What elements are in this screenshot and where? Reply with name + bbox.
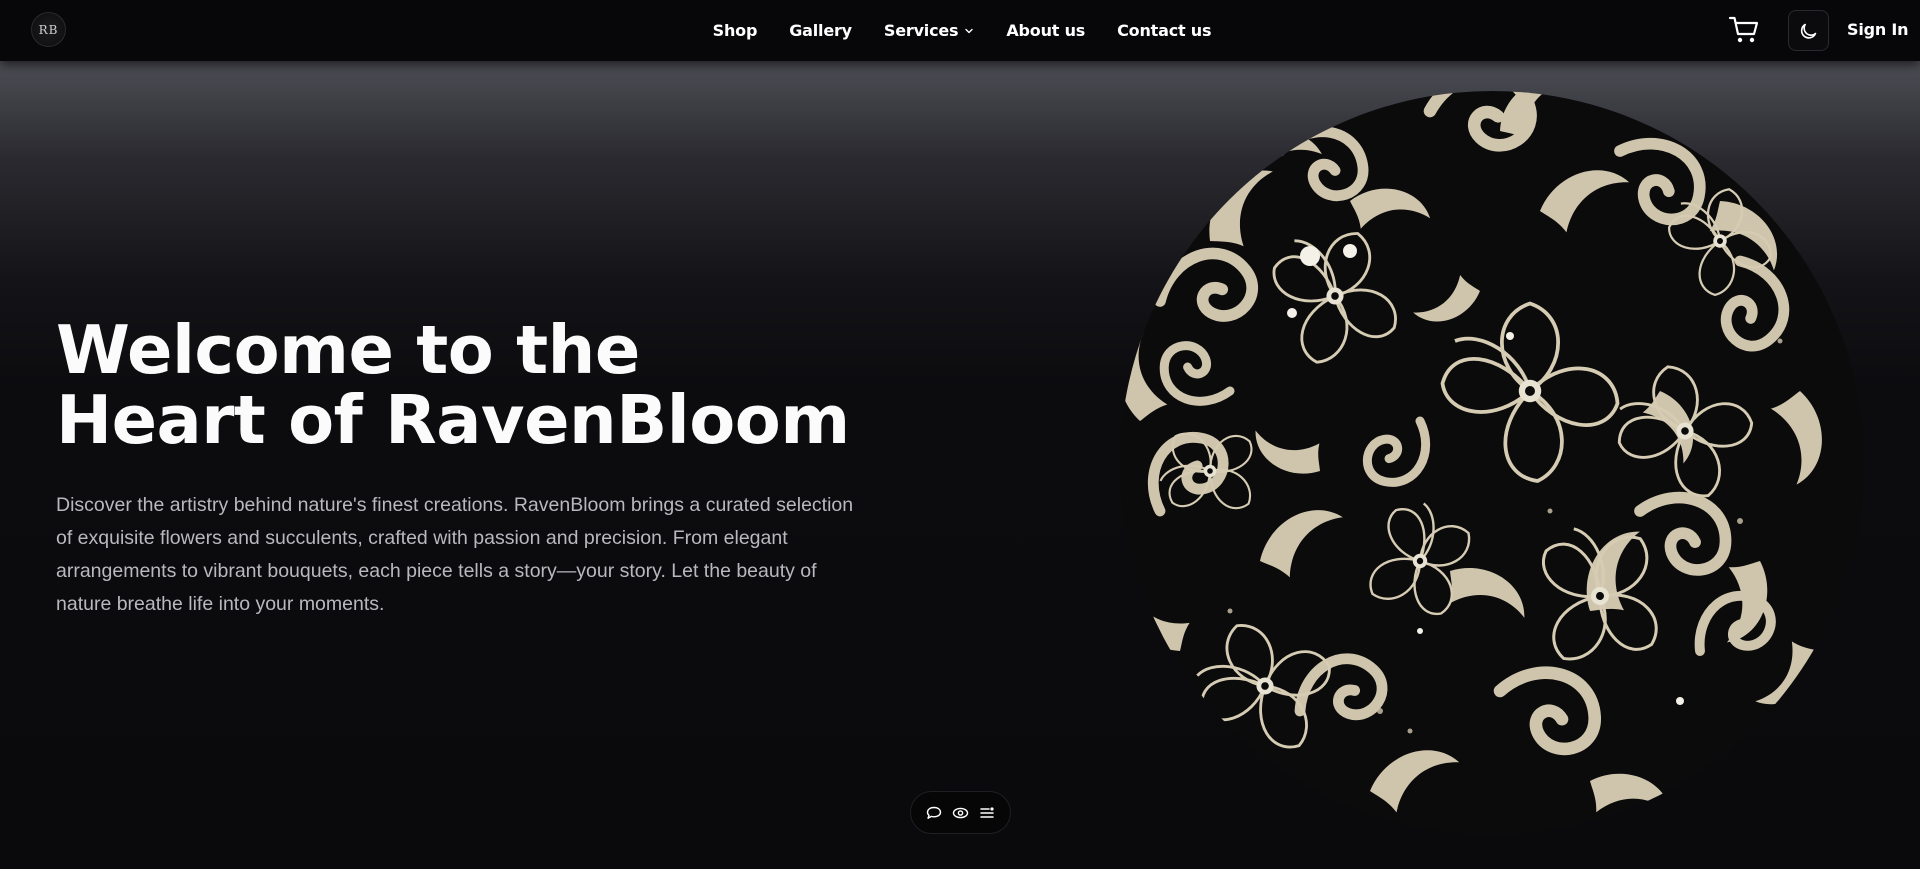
hero-title-line-2: Heart of RavenBloom <box>56 381 850 459</box>
comment-icon <box>926 806 942 819</box>
nav-link-label: Services <box>883 21 959 40</box>
hero-section: Welcome to the Heart of RavenBloom Disco… <box>0 61 1920 869</box>
nav-link-label: Shop <box>712 21 758 40</box>
nav-link-shop[interactable]: Shop <box>713 21 758 40</box>
sign-in-link[interactable]: Sign In <box>1847 20 1909 39</box>
nav-link-label: About us <box>1006 21 1086 40</box>
eye-icon <box>952 807 969 818</box>
nav-link-services[interactable]: Services <box>884 21 974 40</box>
comment-button[interactable] <box>925 804 943 822</box>
menu-list-icon <box>980 806 994 818</box>
nav-link-gallery[interactable]: Gallery <box>789 21 852 40</box>
nav-link-label: Gallery <box>789 21 852 40</box>
main-nav: Shop Gallery Services About us Contact u… <box>0 0 1920 61</box>
nav-link-label: Contact us <box>1117 21 1212 40</box>
preview-button[interactable] <box>951 804 969 822</box>
theme-toggle-button[interactable] <box>1788 10 1829 51</box>
nav-link-contact[interactable]: Contact us <box>1117 21 1211 40</box>
nav-link-about[interactable]: About us <box>1006 21 1085 40</box>
menu-button[interactable] <box>978 804 996 822</box>
cart-button[interactable] <box>1728 15 1760 45</box>
chevron-down-icon <box>965 28 974 33</box>
hero-title-line-1: Welcome to the <box>56 311 640 389</box>
cart-icon <box>1728 16 1759 43</box>
floating-toolbar <box>910 791 1011 834</box>
hero-title: Welcome to the Heart of RavenBloom <box>56 315 850 455</box>
floral-orb-image <box>1120 91 1864 835</box>
moon-icon <box>1800 23 1816 39</box>
hero-description: Discover the artistry behind nature's fi… <box>56 494 854 615</box>
top-navbar: RB Shop Gallery Services About us Contac… <box>0 0 1920 61</box>
